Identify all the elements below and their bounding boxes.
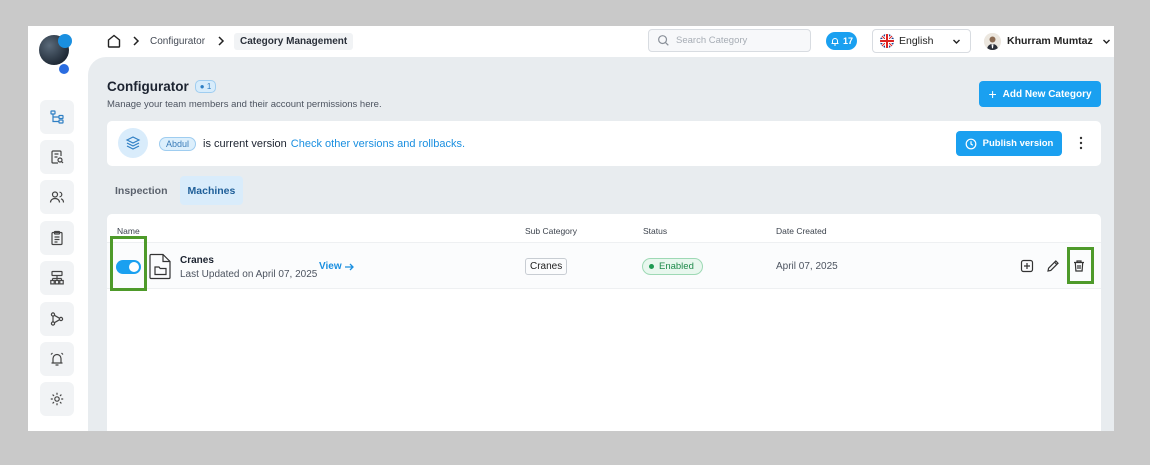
versions-link[interactable]: Check other versions and rollbacks. bbox=[291, 138, 465, 150]
app-logo-icon[interactable] bbox=[35, 31, 79, 77]
arrow-right-icon bbox=[344, 263, 354, 270]
count-badge-value: 1 bbox=[206, 82, 212, 91]
search-box bbox=[648, 29, 811, 52]
tab-bar: Inspection Machines bbox=[107, 176, 244, 205]
add-subcategory-button[interactable] bbox=[1019, 258, 1035, 274]
avatar bbox=[984, 32, 1001, 50]
chevron-down-icon bbox=[953, 39, 960, 44]
uk-flag-icon bbox=[880, 34, 894, 48]
users-icon bbox=[49, 191, 65, 203]
breadcrumb-current-label: Category Management bbox=[234, 33, 354, 50]
breadcrumb-parent[interactable]: Configurator bbox=[150, 26, 205, 57]
version-row: Abdul is current version Check other ver… bbox=[159, 135, 465, 153]
status-label: Enabled bbox=[659, 261, 694, 272]
publish-version-label: Publish version bbox=[982, 138, 1054, 149]
plus-square-icon bbox=[1020, 259, 1034, 273]
delete-highlight-box bbox=[1067, 247, 1094, 284]
item-name: Cranes bbox=[180, 255, 214, 266]
version-badge: Abdul bbox=[159, 137, 197, 151]
breadcrumb-current: Category Management bbox=[234, 26, 354, 57]
page-title-text: Configurator bbox=[107, 79, 189, 94]
date-created: April 07, 2025 bbox=[776, 261, 838, 272]
view-link[interactable]: View bbox=[319, 261, 354, 272]
sidebar-item-hierarchy[interactable] bbox=[40, 261, 74, 295]
hierarchy-icon bbox=[50, 270, 64, 285]
count-badge: ● 1 bbox=[194, 80, 217, 93]
alarm-bell-icon bbox=[831, 38, 839, 46]
settings-icon bbox=[50, 392, 64, 406]
tab-inspection[interactable]: Inspection bbox=[107, 176, 176, 205]
sidebar-item-reports[interactable] bbox=[40, 140, 74, 174]
clock-icon bbox=[965, 138, 977, 149]
chevron-right-icon bbox=[218, 36, 225, 46]
sidebar-item-settings[interactable] bbox=[40, 382, 74, 416]
chevron-down-icon bbox=[1102, 39, 1110, 44]
chevron-right-icon bbox=[133, 36, 140, 46]
alarm-icon bbox=[50, 352, 64, 366]
version-text: is current version bbox=[203, 138, 287, 150]
search-input[interactable] bbox=[676, 35, 806, 46]
sidebar-item-users[interactable] bbox=[40, 180, 74, 214]
user-name: Khurram Mumtaz bbox=[1007, 35, 1093, 47]
add-new-category-label: Add New Category bbox=[1002, 88, 1092, 100]
notifications-button[interactable]: 17 bbox=[826, 32, 857, 50]
category-table: Name Sub Category Status Date Created Cr… bbox=[107, 214, 1101, 431]
item-last-updated: Last Updated on April 07, 2025 bbox=[180, 269, 318, 280]
sidebar-item-checklists[interactable] bbox=[40, 221, 74, 255]
pencil-icon bbox=[1047, 260, 1059, 272]
layers-icon-wrap bbox=[118, 128, 148, 158]
sidebar-item-alarms[interactable] bbox=[40, 342, 74, 376]
sidebar bbox=[28, 26, 88, 431]
table-row: Cranes Last Updated on April 07, 2025 Vi… bbox=[107, 236, 1101, 291]
tab-machines[interactable]: Machines bbox=[179, 176, 244, 205]
report-search-icon bbox=[51, 150, 64, 164]
notification-count: 17 bbox=[842, 36, 853, 46]
category-tree-icon bbox=[50, 110, 64, 124]
layers-icon bbox=[125, 136, 141, 150]
view-link-label: View bbox=[319, 261, 342, 272]
main-content: Configurator ● 1 Manage your team member… bbox=[88, 57, 1114, 431]
more-options-icon[interactable] bbox=[1078, 135, 1084, 151]
sidebar-item-workflows[interactable] bbox=[40, 302, 74, 336]
toggle-highlight-box bbox=[110, 236, 147, 291]
user-menu[interactable]: Khurram Mumtaz bbox=[984, 29, 1112, 53]
app-window: Configurator Category Management 17 Engl… bbox=[28, 26, 1114, 431]
status-badge: Enabled bbox=[642, 258, 703, 275]
page-title: Configurator ● 1 bbox=[107, 79, 217, 94]
column-header-status: Status bbox=[643, 226, 668, 236]
column-header-date-created: Date Created bbox=[776, 226, 827, 236]
add-new-category-button[interactable]: + Add New Category bbox=[979, 81, 1101, 107]
plus-icon: + bbox=[988, 86, 997, 102]
publish-version-button[interactable]: Publish version bbox=[956, 131, 1062, 156]
file-folder-icon bbox=[149, 253, 171, 280]
language-select[interactable]: English bbox=[872, 29, 971, 53]
sub-category-chip: Cranes bbox=[525, 258, 568, 275]
column-header-name: Name bbox=[117, 226, 140, 236]
search-icon bbox=[658, 35, 669, 46]
sidebar-item-categories[interactable] bbox=[40, 100, 74, 134]
topbar: Configurator Category Management 17 Engl… bbox=[88, 26, 1114, 57]
page-subtitle: Manage your team members and their accou… bbox=[107, 99, 382, 110]
column-header-sub-category: Sub Category bbox=[525, 226, 577, 236]
version-card: Abdul is current version Check other ver… bbox=[107, 121, 1101, 166]
language-label: English bbox=[899, 35, 934, 47]
workflow-icon bbox=[50, 312, 64, 326]
clipboard-icon bbox=[51, 230, 63, 246]
status-dot bbox=[649, 264, 654, 269]
home-icon[interactable] bbox=[106, 33, 122, 49]
edit-button[interactable] bbox=[1045, 258, 1061, 274]
